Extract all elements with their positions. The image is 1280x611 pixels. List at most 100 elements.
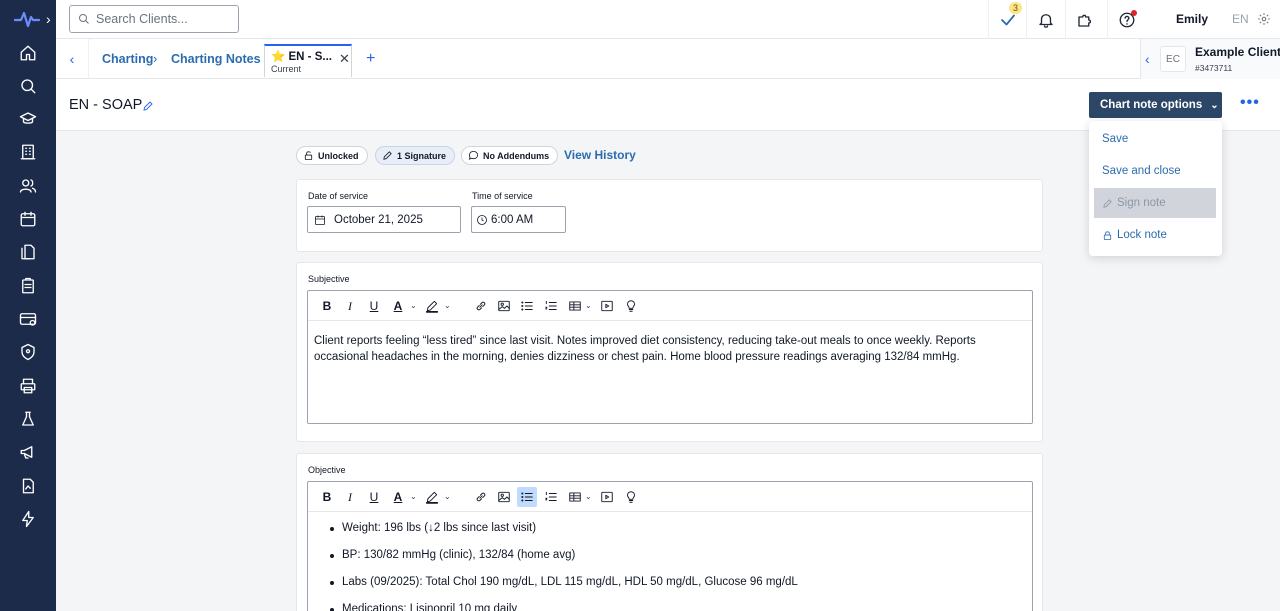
bell-icon [1038,13,1053,28]
integrations-button[interactable] [1065,0,1103,39]
lock-status-badge[interactable]: Unlocked [296,146,368,165]
chevron-left-icon[interactable]: ‹ [1145,51,1150,67]
pencil-icon [1103,198,1112,208]
image-icon[interactable] [494,487,514,507]
user-name[interactable]: Emily [1176,12,1208,26]
date-of-service-field[interactable]: October 21, 2025 [307,206,461,233]
list-item[interactable]: Weight: 196 lbs (↓2 lbs since last visit… [330,522,1020,549]
reports-icon[interactable] [17,475,39,497]
table-icon[interactable] [565,487,585,507]
chevron-down-icon[interactable]: ⌄ [410,492,417,501]
bold-icon[interactable]: B [317,296,337,316]
search-box[interactable] [69,5,239,33]
link-icon[interactable] [471,296,491,316]
bullet-list-icon[interactable] [517,487,537,507]
list-item[interactable]: BP: 130/82 mmHg (clinic), 132/84 (home a… [330,549,1020,576]
chevron-right-icon: › [153,51,158,66]
chart-note-options-button[interactable]: Chart note options ⌄ [1089,92,1222,118]
underline-icon[interactable]: U [364,487,384,507]
client-name[interactable]: Example Client [1195,45,1280,59]
add-tab-icon[interactable]: + [366,50,375,68]
sidebar-expand-icon[interactable]: › [46,11,51,27]
building-icon[interactable] [17,141,39,163]
lightbulb-icon[interactable] [621,296,641,316]
clipboard-icon[interactable] [17,275,39,297]
home-icon[interactable] [17,42,39,64]
text-color-icon[interactable]: A [388,296,408,316]
gear-icon[interactable] [1257,12,1271,26]
help-button[interactable] [1107,0,1145,39]
bold-icon[interactable]: B [317,487,337,507]
app-logo[interactable] [13,8,41,30]
text-color-icon[interactable]: A [388,487,408,507]
italic-icon[interactable]: I [340,487,360,507]
view-history-link[interactable]: View History [564,148,636,162]
objective-editor[interactable]: B I U A ⌄ ⌄ ⌄ Weight: 196 lbs (↓2 lbs si… [307,481,1033,611]
language-selector[interactable]: EN [1232,12,1249,26]
time-of-service-field[interactable]: 6:00 AM [471,206,566,233]
chevron-down-icon[interactable]: ⌄ [410,301,417,310]
chevron-down-icon[interactable]: ⌄ [444,301,451,310]
subjective-text[interactable]: Client reports feeling “less tired” sinc… [314,333,1030,365]
calendar-icon[interactable] [17,208,39,230]
menu-item-sign-note[interactable]: Sign note [1094,188,1216,218]
search-input[interactable] [96,12,236,26]
megaphone-icon[interactable] [17,441,39,463]
italic-icon[interactable]: I [340,296,360,316]
close-icon[interactable]: ✕ [339,51,350,67]
menu-item-save-and-close[interactable]: Save and close [1094,156,1216,186]
breadcrumb-charting-notes[interactable]: Charting Notes [171,52,261,66]
numbered-list-icon[interactable] [541,296,561,316]
tab-en-soap[interactable]: ⭐ EN - S... Current ✕ [264,44,352,77]
list-item[interactable]: Labs (09/2025): Total Chol 190 mg/dL, LD… [330,576,1020,603]
chevron-down-icon[interactable]: ⌄ [585,301,592,310]
menu-item-lock-note[interactable]: Lock note [1094,220,1216,250]
chevron-down-icon[interactable]: ⌄ [444,492,451,501]
puzzle-icon [1077,14,1091,27]
addendum-badge[interactable]: No Addendums [461,146,559,165]
video-icon[interactable] [597,296,617,316]
list-item[interactable]: Medications: Lisinopril 10 mg daily [330,603,1020,611]
pencil-icon [383,151,392,160]
breadcrumb-charting[interactable]: Charting [102,52,153,66]
edit-title-icon[interactable] [142,99,154,111]
objective-list[interactable]: Weight: 196 lbs (↓2 lbs since last visit… [330,522,1020,611]
clients-icon[interactable] [17,175,39,197]
bullet-list-icon[interactable] [517,296,537,316]
subjective-editor[interactable]: B I U A ⌄ ⌄ ⌄ Client reports feeling “le… [307,290,1033,424]
underline-icon[interactable]: U [364,296,384,316]
numbered-list-icon[interactable] [541,487,561,507]
time-of-service-value: 6:00 AM [491,213,534,226]
more-options-icon[interactable]: ••• [1240,94,1260,112]
signature-label: 1 Signature [397,150,447,161]
signature-badge[interactable]: 1 Signature [375,146,456,165]
shield-icon[interactable] [17,341,39,363]
printer-icon[interactable] [17,375,39,397]
table-icon[interactable] [565,296,585,316]
documents-icon[interactable] [17,241,39,263]
chevron-down-icon[interactable]: ⌄ [585,492,592,501]
menu-item-save[interactable]: Save [1094,124,1216,154]
clock-icon [477,214,487,225]
objective-label: Objective [308,465,346,475]
video-icon[interactable] [597,487,617,507]
lightbulb-icon[interactable] [621,487,641,507]
tab-bar: ‹ Charting › Charting Notes ⭐ EN - S... … [56,39,1280,79]
back-icon[interactable]: ‹ [62,49,82,69]
objective-card: Objective B I U A ⌄ ⌄ ⌄ Weight: 196 lbs … [296,453,1043,611]
search-icon [79,14,89,24]
image-icon[interactable] [494,296,514,316]
client-card[interactable]: ‹ EC Example Client #3473711 [1140,39,1280,79]
highlight-icon[interactable] [422,296,442,316]
search-clients-icon[interactable] [17,75,39,97]
chart-note-options-label: Chart note options [1100,99,1203,111]
notifications-button[interactable] [1026,0,1064,39]
lightning-icon[interactable] [17,508,39,530]
highlight-icon[interactable] [422,487,442,507]
graduation-cap-icon[interactable] [17,108,39,130]
lab-flask-icon[interactable] [17,408,39,430]
subjective-label: Subjective [308,274,350,284]
billing-icon[interactable] [17,308,39,330]
link-icon[interactable] [471,487,491,507]
tasks-button[interactable]: 3 [988,0,1026,39]
